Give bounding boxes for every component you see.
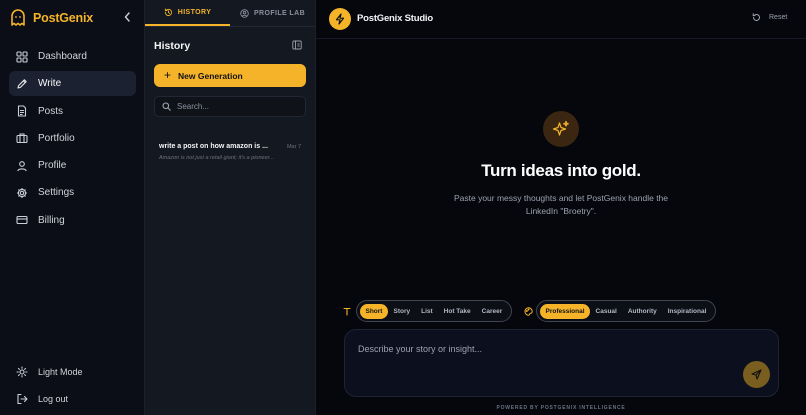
tone-option-professional[interactable]: Professional (540, 303, 591, 319)
prompt-input[interactable] (358, 344, 738, 384)
collapse-sidebar-button[interactable] (121, 10, 133, 24)
sidebar-item-label: Posts (38, 105, 64, 117)
light-mode-label: Light Mode (38, 366, 83, 377)
format-selector: Short Story List Hot Take Career (356, 300, 512, 322)
sidebar-item-profile[interactable]: Profile (9, 153, 136, 178)
lightning-icon (335, 13, 345, 25)
gear-icon (17, 187, 27, 198)
format-option-short[interactable]: Short (360, 303, 388, 319)
format-option-career[interactable]: Career (476, 304, 508, 319)
history-tabs: HISTORY PROFILE LAB (145, 0, 315, 27)
options-row: Short Story List Hot Take Career Profess… (316, 300, 806, 322)
sidebar-item-dashboard[interactable]: Dashboard (9, 44, 136, 69)
sidebar-item-posts[interactable]: Posts (9, 99, 136, 124)
tone-selector: Professional Casual Authority Inspiratio… (536, 300, 716, 322)
history-search (154, 96, 306, 117)
send-icon (751, 369, 762, 380)
plus-icon: + (164, 68, 172, 82)
history-item-preview: Amazon is not just a retail giant; it's … (159, 155, 274, 161)
history-title: History (154, 40, 191, 52)
text-type-icon (343, 307, 351, 316)
brand-name: PostGenix (33, 11, 94, 25)
briefcase-icon (16, 133, 28, 144)
sidebar-item-label: Dashboard (38, 51, 87, 62)
format-type-icon (342, 305, 352, 317)
tab-profile-lab-label: PROFILE LAB (253, 9, 306, 17)
sparkles-icon (552, 120, 569, 136)
history-item-title: write a post on how amazon is ... (159, 143, 268, 150)
tone-option-authority[interactable]: Authority (622, 304, 662, 319)
studio-main: PostGenix Studio Reset Turn ideas into g… (316, 0, 806, 415)
light-mode-toggle[interactable]: Light Mode (9, 359, 136, 384)
send-button[interactable] (743, 361, 770, 388)
brand[interactable]: PostGenix (10, 8, 93, 28)
hero-badge (543, 111, 579, 147)
logout-icon (17, 393, 28, 404)
main-nav: Dashboard Write Posts Portfolio Profile … (9, 44, 136, 235)
prompt-box (344, 329, 779, 397)
search-input[interactable] (177, 102, 297, 111)
format-option-story[interactable]: Story (388, 304, 416, 319)
studio-logo (329, 8, 351, 30)
bottom-nav: Light Mode Log out (9, 359, 136, 413)
logout-label: Log out (38, 393, 69, 404)
chevron-left-icon (124, 12, 130, 22)
history-item-date: Mar 7 (286, 143, 301, 150)
grid-icon (16, 50, 28, 63)
tone-option-inspirational[interactable]: Inspirational (662, 304, 712, 319)
reset-label: Reset (769, 14, 788, 21)
reset-icon (752, 13, 760, 21)
sun-icon (16, 365, 28, 378)
user-circle-icon (240, 8, 249, 18)
tab-profile-lab[interactable]: PROFILE LAB (230, 0, 315, 26)
ghost-logo-icon (11, 9, 25, 26)
logout-button[interactable]: Log out (9, 386, 136, 411)
hero-title: Turn ideas into gold. (481, 161, 641, 180)
studio-title: PostGenix Studio (357, 13, 433, 24)
palette-icon (523, 306, 533, 316)
sidebar-item-label: Portfolio (38, 132, 75, 144)
pen-icon (17, 79, 27, 89)
sidebar-item-label: Write (38, 78, 62, 90)
tone-icon-wrap (523, 305, 533, 317)
credit-card-icon (16, 216, 28, 225)
sidebar: PostGenix Dashboard Write Posts Portfoli… (0, 0, 145, 415)
format-option-hot-take[interactable]: Hot Take (438, 304, 476, 319)
sidebar-item-label: Billing (38, 214, 65, 226)
new-generation-label: New Generation (178, 70, 243, 81)
sidebar-item-billing[interactable]: Billing (9, 208, 136, 233)
history-panel: HISTORY PROFILE LAB History + New Genera… (145, 0, 316, 415)
sidebar-item-write[interactable]: Write (9, 71, 136, 97)
sidebar-item-settings[interactable]: Settings (9, 180, 136, 205)
sidebar-item-label: Profile (38, 160, 67, 172)
tab-history-label: HISTORY (177, 8, 212, 16)
powered-by-footer: POWERED BY POSTGENIX INTELLIGENCE (496, 405, 626, 411)
history-item[interactable]: write a post on how amazon is ... Mar 7 … (154, 137, 306, 171)
user-icon (17, 160, 27, 171)
panel-toggle-icon[interactable] (292, 40, 302, 50)
hero-subtitle: Paste your messy thoughts and let PostGe… (453, 193, 669, 216)
sidebar-item-portfolio[interactable]: Portfolio (9, 126, 136, 151)
format-option-list[interactable]: List (416, 304, 439, 319)
new-generation-button[interactable]: + New Generation (154, 64, 306, 87)
history-icon (164, 7, 172, 16)
sidebar-item-label: Settings (38, 187, 75, 199)
tone-option-casual[interactable]: Casual (590, 304, 622, 319)
reset-button[interactable]: Reset (752, 13, 787, 22)
tab-history[interactable]: HISTORY (145, 0, 230, 26)
document-icon (17, 105, 27, 117)
studio-topbar: PostGenix Studio Reset (316, 0, 806, 39)
search-icon (162, 102, 171, 111)
